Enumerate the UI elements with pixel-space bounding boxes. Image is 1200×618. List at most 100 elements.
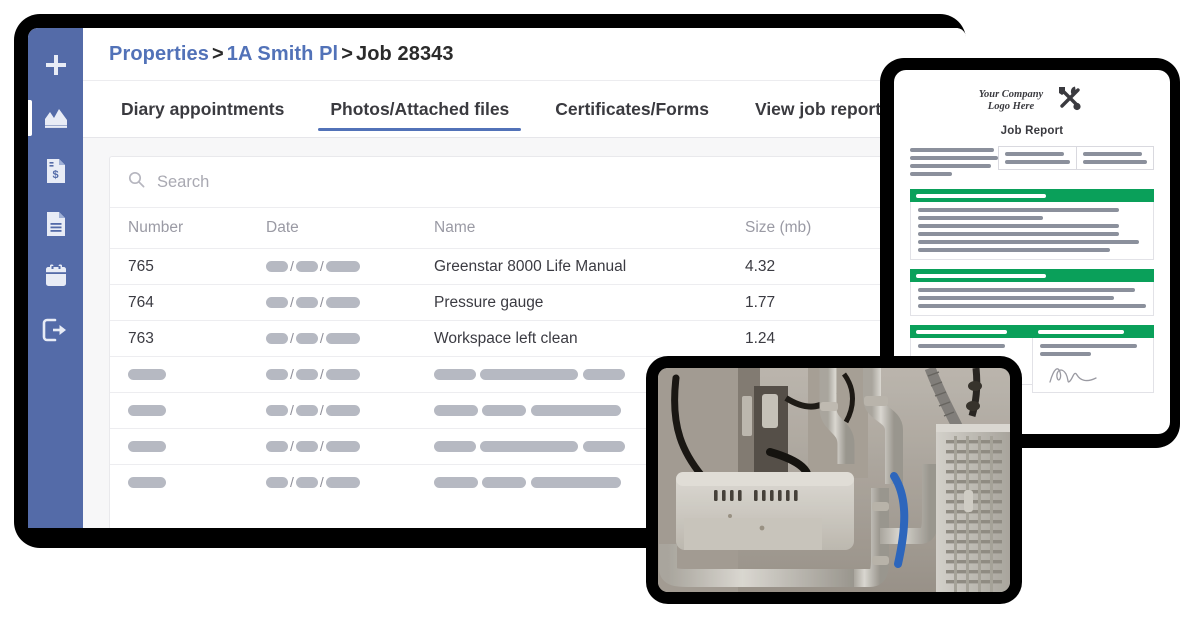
redacted-value (480, 369, 578, 380)
redacted-value (266, 477, 288, 488)
sidebar-item-invoices[interactable]: $ (28, 144, 83, 197)
tab-certificates-forms[interactable]: Certificates/Forms (543, 81, 721, 137)
placeholder-line (918, 240, 1139, 244)
job-report-section (910, 269, 1154, 316)
cell-date: // (258, 285, 426, 321)
cell-number: 764 (110, 285, 258, 321)
redacted-value (434, 369, 476, 380)
search-bar (110, 157, 945, 208)
placeholder-line (1005, 152, 1064, 156)
cell-number: 763 (110, 321, 258, 357)
redacted-value (482, 477, 526, 488)
redacted-value (326, 441, 360, 452)
redacted-value (296, 261, 318, 272)
tab-view-job-report[interactable]: View job report (743, 81, 893, 137)
redacted-value (326, 477, 360, 488)
redacted-value (128, 477, 166, 488)
redacted-value (326, 369, 360, 380)
sidebar-item-logout[interactable] (28, 303, 83, 356)
cell-number (110, 393, 258, 429)
breadcrumb-separator-1: > (212, 43, 224, 65)
redacted-value (296, 369, 318, 380)
breadcrumb-property[interactable]: 1A Smith Pl (227, 43, 339, 65)
section-title-placeholder (916, 274, 1046, 278)
job-photo-thumbnail[interactable] (658, 368, 1010, 592)
section-header (910, 269, 1154, 282)
sidebar-item-dashboard[interactable] (28, 91, 83, 144)
calendar-icon (43, 264, 69, 289)
redacted-value (266, 405, 288, 416)
cell-date: // (258, 465, 426, 501)
redacted-value (128, 369, 166, 380)
sidebar-item-add[interactable] (28, 38, 83, 91)
tab-photos-attached-files[interactable]: Photos/Attached files (318, 81, 521, 137)
column-header-name[interactable]: Name (426, 208, 737, 249)
placeholder-line (910, 156, 998, 160)
placeholder-line (1083, 160, 1148, 164)
cell-date: // (258, 357, 426, 393)
column-header-size[interactable]: Size (mb) (737, 208, 883, 249)
signature-block (1032, 325, 1155, 393)
redacted-value (266, 261, 288, 272)
document-icon (44, 211, 68, 237)
sidebar-item-documents[interactable] (28, 197, 83, 250)
table-row[interactable]: 764//Pressure gauge1.77jpeg (110, 285, 945, 321)
redacted-value (531, 405, 621, 416)
cell-name: Workspace left clean (426, 321, 737, 357)
table-header-row: Number Date Name Size (mb) Type (110, 208, 945, 249)
placeholder-line (910, 148, 994, 152)
placeholder-line (918, 208, 1119, 212)
signature-scribble (1040, 362, 1147, 388)
cell-name: Pressure gauge (426, 285, 737, 321)
job-report-section (910, 189, 1154, 260)
sidebar: $ (28, 28, 83, 528)
column-header-date[interactable]: Date (258, 208, 426, 249)
cell-number (110, 429, 258, 465)
redacted-value (128, 441, 166, 452)
job-report-header: Your Company Logo Here (910, 84, 1154, 117)
tab-diary-appointments[interactable]: Diary appointments (109, 81, 296, 137)
photo-illustration (658, 368, 1010, 592)
redacted-value (266, 297, 288, 308)
cell-date: // (258, 249, 426, 285)
files-table-header: Number Date Name Size (mb) Type (110, 208, 945, 249)
redacted-value (326, 333, 360, 344)
placeholder-line (918, 216, 1043, 220)
redacted-value (434, 477, 478, 488)
redacted-date: // (266, 294, 360, 311)
placeholder-line (918, 224, 1119, 228)
table-row[interactable]: 763//Workspace left clean1.24jpeg (110, 321, 945, 357)
placeholder-line (918, 296, 1114, 300)
column-header-number[interactable]: Number (110, 208, 258, 249)
table-row[interactable]: 765//Greenstar 8000 Life Manual4.32pdf (110, 249, 945, 285)
placeholder-line (1040, 344, 1138, 348)
area-chart-icon (43, 106, 69, 130)
job-report-meta-left (910, 146, 998, 180)
cell-size: 4.32 (737, 249, 883, 285)
redacted-date: // (266, 438, 360, 455)
section-title-placeholder (916, 330, 1007, 334)
redacted-value (266, 333, 288, 344)
section-body (910, 202, 1154, 260)
search-input[interactable] (155, 172, 459, 193)
breadcrumb-bar: Properties>1A Smith Pl>Job 28343 (83, 28, 966, 81)
invoice-dollar-icon: $ (44, 158, 68, 184)
breadcrumb-properties[interactable]: Properties (109, 43, 209, 65)
redacted-value (326, 297, 360, 308)
tab-label: View job report (755, 99, 881, 120)
redacted-value (296, 441, 318, 452)
company-logo-placeholder: Your Company Logo Here (979, 89, 1043, 113)
tab-label: Photos/Attached files (330, 99, 509, 120)
svg-text:$: $ (52, 169, 58, 181)
redacted-value (266, 369, 288, 380)
section-title-placeholder (1038, 330, 1124, 334)
redacted-value (296, 405, 318, 416)
redacted-value (326, 405, 360, 416)
sidebar-item-calendar[interactable] (28, 250, 83, 303)
job-report-meta-right (998, 146, 1154, 170)
section-header (1032, 325, 1155, 338)
placeholder-line (910, 172, 952, 176)
breadcrumb-separator-2: > (341, 43, 353, 65)
plus-icon (43, 52, 69, 78)
redacted-value (326, 261, 360, 272)
